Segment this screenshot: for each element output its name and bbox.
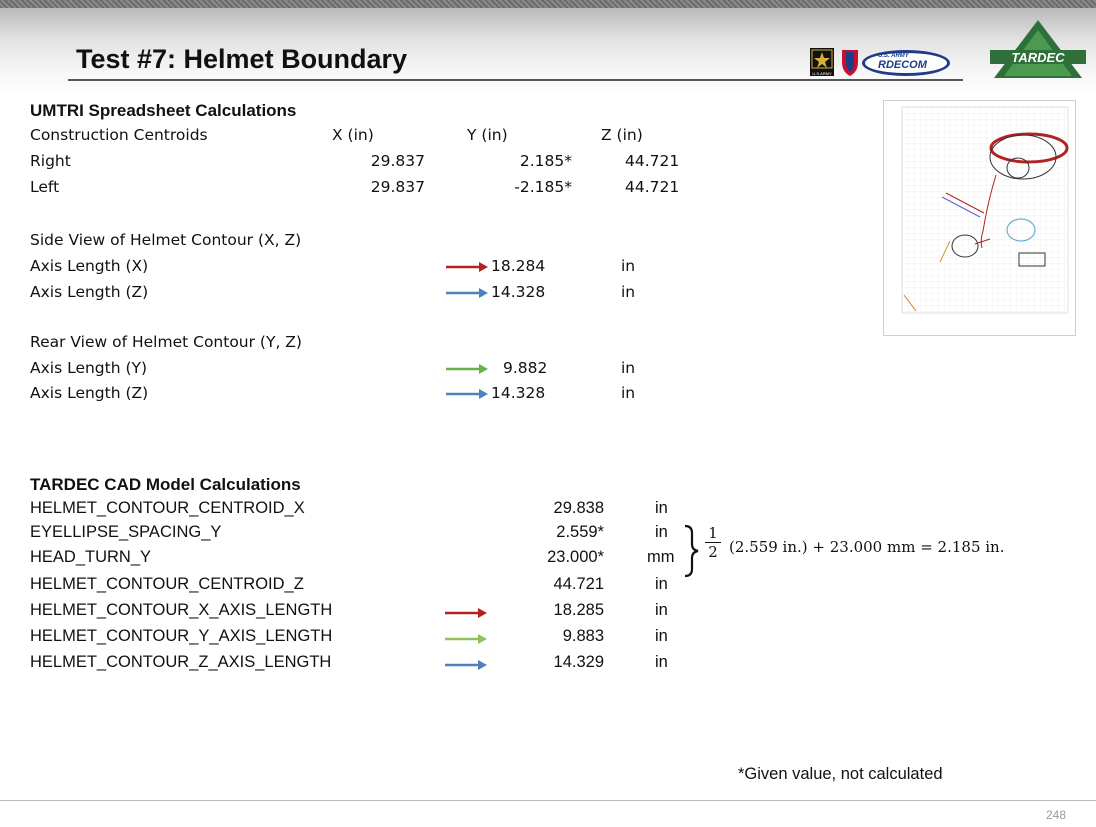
cad-row-label: HELMET_CONTOUR_CENTROID_X bbox=[30, 499, 305, 517]
blue-arrow-icon bbox=[445, 660, 487, 670]
z-column-header: Z (in) bbox=[601, 126, 643, 144]
cad-row-label: HELMET_CONTOUR_Z_AXIS_LENGTH bbox=[30, 653, 332, 671]
tardec-logo: TARDEC bbox=[990, 20, 1086, 78]
axis-length-unit: in bbox=[621, 257, 636, 275]
cad-row-value: 18.285 bbox=[553, 601, 604, 619]
axis-length-value: 18.284 bbox=[491, 257, 546, 275]
page-number: 248 bbox=[1046, 808, 1067, 822]
tardec-cad-heading: TARDEC CAD Model Calculations bbox=[30, 475, 301, 494]
centroid-row-z: 44.721 bbox=[625, 152, 680, 170]
cad-row-label: HELMET_CONTOUR_Y_AXIS_LENGTH bbox=[30, 627, 333, 645]
axis-length-value: 14.328 bbox=[491, 283, 546, 301]
cad-row-unit: in bbox=[655, 627, 668, 645]
helmet-contour-plot-thumbnail bbox=[883, 100, 1076, 336]
red-arrow-icon bbox=[446, 262, 488, 272]
centroid-row-y: -2.185* bbox=[514, 178, 572, 196]
cad-row-value: 9.883 bbox=[562, 627, 604, 645]
cad-row-label: HELMET_CONTOUR_X_AXIS_LENGTH bbox=[30, 601, 333, 619]
formula-expression: (2.559 in.) + 23.000 mm = 2.185 in. bbox=[729, 538, 1005, 556]
cad-row-value: 23.000* bbox=[547, 548, 604, 566]
centroid-row-x: 29.837 bbox=[370, 178, 425, 196]
centroid-row-y: 2.185* bbox=[519, 152, 572, 170]
cad-row-unit: in bbox=[655, 499, 668, 517]
axis-length-unit: in bbox=[621, 384, 636, 402]
cad-row-unit: in bbox=[655, 653, 668, 671]
cad-row-value: 29.838 bbox=[553, 499, 604, 517]
axis-length-value: 9.882 bbox=[503, 359, 548, 377]
axis-length-unit: in bbox=[621, 359, 636, 377]
slide-title: Test #7: Helmet Boundary bbox=[76, 44, 408, 74]
y-column-header: Y (in) bbox=[467, 126, 508, 144]
top-texture-band bbox=[0, 0, 1096, 8]
centroids-header-label: Construction Centroids bbox=[30, 126, 208, 144]
rdecom-text: RDECOM bbox=[878, 59, 928, 71]
army-logo-text: U.S.ARMY bbox=[812, 71, 832, 76]
green-arrow-icon bbox=[445, 634, 487, 644]
axis-length-label: Axis Length (Z) bbox=[30, 384, 149, 402]
given-value-footnote: *Given value, not calculated bbox=[738, 765, 943, 783]
cad-row-unit: in bbox=[655, 575, 668, 593]
army-rdecom-logos: U.S.ARMY U.S. ARMY RDECOM bbox=[810, 48, 950, 76]
cad-row-unit: in bbox=[655, 523, 668, 541]
blue-arrow-icon bbox=[446, 389, 488, 399]
cad-row-value: 44.721 bbox=[553, 575, 604, 593]
blue-arrow-icon bbox=[446, 288, 488, 298]
axis-length-unit: in bbox=[621, 283, 636, 301]
cad-row-label: HEAD_TURN_Y bbox=[30, 548, 152, 566]
cad-row-unit: in bbox=[655, 601, 668, 619]
centroid-row-x: 29.837 bbox=[370, 152, 425, 170]
cad-row-label: HELMET_CONTOUR_CENTROID_Z bbox=[30, 575, 304, 593]
axis-length-label: Axis Length (Z) bbox=[30, 283, 149, 301]
green-arrow-icon bbox=[446, 364, 488, 374]
centroid-row-label: Left bbox=[30, 178, 60, 196]
x-column-header: X (in) bbox=[332, 126, 374, 144]
right-brace-icon bbox=[684, 524, 699, 578]
fraction-numerator: 1 bbox=[705, 524, 721, 543]
cad-row-value: 14.329 bbox=[553, 653, 604, 671]
centroid-row-label: Right bbox=[30, 152, 71, 170]
fraction-denominator: 2 bbox=[708, 543, 718, 561]
cad-row-unit: mm bbox=[647, 548, 675, 566]
axis-length-value: 14.328 bbox=[491, 384, 546, 402]
centroid-row-z: 44.721 bbox=[625, 178, 680, 196]
umtri-heading: UMTRI Spreadsheet Calculations bbox=[30, 101, 297, 120]
cad-row-label: EYELLIPSE_SPACING_Y bbox=[30, 523, 222, 541]
side-view-heading: Side View of Helmet Contour (X, Z) bbox=[30, 231, 302, 249]
axis-length-label: Axis Length (Y) bbox=[30, 359, 148, 377]
tardec-logo-text: TARDEC bbox=[1011, 50, 1065, 65]
cad-row-value: 2.559* bbox=[556, 523, 604, 541]
red-arrow-icon bbox=[445, 608, 487, 618]
axis-length-label: Axis Length (X) bbox=[30, 257, 149, 275]
rear-view-heading: Rear View of Helmet Contour (Y, Z) bbox=[30, 333, 302, 351]
formula-fraction: 1 2 bbox=[705, 524, 721, 561]
footer-divider bbox=[0, 800, 1096, 801]
